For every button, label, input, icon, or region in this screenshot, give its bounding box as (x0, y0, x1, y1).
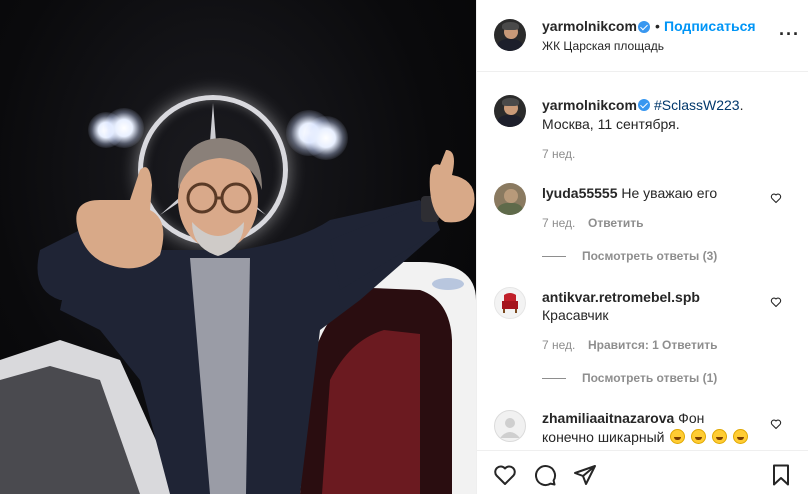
heart-icon[interactable] (493, 463, 517, 487)
caption-hashtag-line: #SclassW223. (654, 97, 743, 113)
author-avatar[interactable] (494, 19, 526, 51)
comment-text-line2: конечно шикарный (542, 429, 749, 445)
armchair-logo-icon (502, 293, 518, 313)
caption-line-1: yarmolnikcom (542, 97, 637, 113)
comment-reply-button[interactable]: Ответить (662, 338, 717, 352)
caption-text: Москва, 11 сентября. (542, 116, 680, 132)
grinning-emoji-icon (712, 429, 728, 444)
comment-text: конечно шикарный (542, 429, 665, 445)
comment-like-heart-icon[interactable] (770, 418, 782, 430)
header-separator: • (655, 18, 660, 34)
caption-timestamp[interactable]: 7 нед. (542, 147, 575, 161)
comment-line: antikvar.retromebel.spb (542, 289, 700, 305)
comment-username[interactable]: lyuda55555 (542, 185, 618, 201)
view-replies-button[interactable]: Посмотреть ответы (1) (542, 371, 717, 385)
default-avatar-icon (500, 418, 520, 438)
verified-badge-icon (638, 21, 650, 33)
comment-text: Фон (678, 410, 705, 426)
comment-timestamp[interactable]: 7 нед. (542, 216, 575, 230)
more-options-icon[interactable]: ··· (779, 24, 800, 45)
photo-scene (0, 138, 476, 494)
grinning-emoji-icon (691, 429, 707, 444)
comment-text: Не уважаю его (621, 185, 718, 201)
view-replies-label: Посмотреть ответы (3) (582, 249, 718, 263)
view-replies-button[interactable]: Посмотреть ответы (3) (542, 249, 717, 263)
caption-author-username[interactable]: yarmolnikcom (542, 97, 637, 113)
author-username[interactable]: yarmolnikcom (542, 18, 637, 34)
comment-like-heart-icon[interactable] (770, 296, 782, 308)
post-action-bar (477, 450, 808, 494)
replies-dash (542, 378, 566, 380)
comment-username[interactable]: zhamiliaaitnazarova (542, 410, 674, 426)
comment-line: lyuda55555 Не уважаю его (542, 185, 717, 201)
caption-hashtag-link[interactable]: #SclassW223 (654, 97, 740, 113)
comment-likes-count[interactable]: Нравится: 1 (588, 338, 659, 352)
post-header: yarmolnikcom • Подписаться ЖК Царская пл… (477, 0, 808, 72)
caption-hashtag-suffix: . (739, 97, 744, 113)
comment-reply-button[interactable]: Ответить (588, 216, 643, 230)
post-photo[interactable] (0, 0, 476, 494)
grinning-emoji-icon (733, 429, 749, 444)
commenter-avatar[interactable] (494, 410, 526, 442)
commenter-avatar[interactable] (494, 287, 526, 319)
post-details-panel: yarmolnikcom • Подписаться ЖК Царская пл… (476, 0, 808, 494)
comment-username[interactable]: antikvar.retromebel.spb (542, 289, 700, 305)
grinning-emoji-icon (670, 429, 686, 444)
comment-line: zhamiliaaitnazarova Фон (542, 410, 704, 426)
verified-badge-icon (638, 99, 650, 111)
comment-text: Красавчик (542, 307, 609, 323)
replies-dash (542, 256, 566, 258)
comment-like-heart-icon[interactable] (770, 192, 782, 204)
comment-timestamp[interactable]: 7 нед. (542, 338, 575, 352)
follow-button[interactable]: Подписаться (664, 18, 756, 34)
commenter-avatar[interactable] (494, 183, 526, 215)
comment-icon[interactable] (533, 463, 557, 487)
share-icon[interactable] (573, 463, 597, 487)
bookmark-icon[interactable] (769, 463, 793, 487)
post-location[interactable]: ЖК Царская площадь (542, 39, 664, 53)
view-replies-label: Посмотреть ответы (1) (582, 371, 718, 385)
caption-author-avatar[interactable] (494, 95, 526, 127)
